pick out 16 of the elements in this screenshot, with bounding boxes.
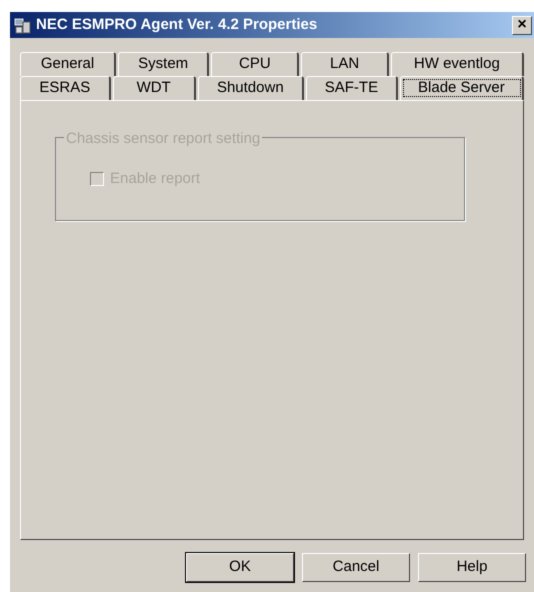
tab[interactable]: LAN [301, 52, 389, 76]
tab[interactable]: Shutdown [198, 76, 304, 100]
tab[interactable]: WDT [112, 76, 196, 100]
dialog-button[interactable]: OK [186, 553, 294, 582]
tab[interactable]: System [118, 52, 210, 76]
window-title: NEC ESMPRO Agent Ver. 4.2 Properties [36, 14, 318, 35]
tab[interactable]: HW eventlog [390, 52, 524, 76]
tab[interactable]: SAF-TE [306, 76, 398, 100]
tab[interactable]: General [20, 52, 116, 76]
tab[interactable]: Blade Server [400, 76, 524, 100]
dialog-button[interactable]: Help [418, 553, 526, 582]
dialog-button[interactable]: Cancel [302, 553, 410, 582]
close-button[interactable]: × [512, 16, 532, 34]
computer-icon [14, 16, 32, 34]
tab[interactable]: CPU [211, 52, 300, 76]
tab[interactable]: ESRAS [20, 76, 111, 100]
